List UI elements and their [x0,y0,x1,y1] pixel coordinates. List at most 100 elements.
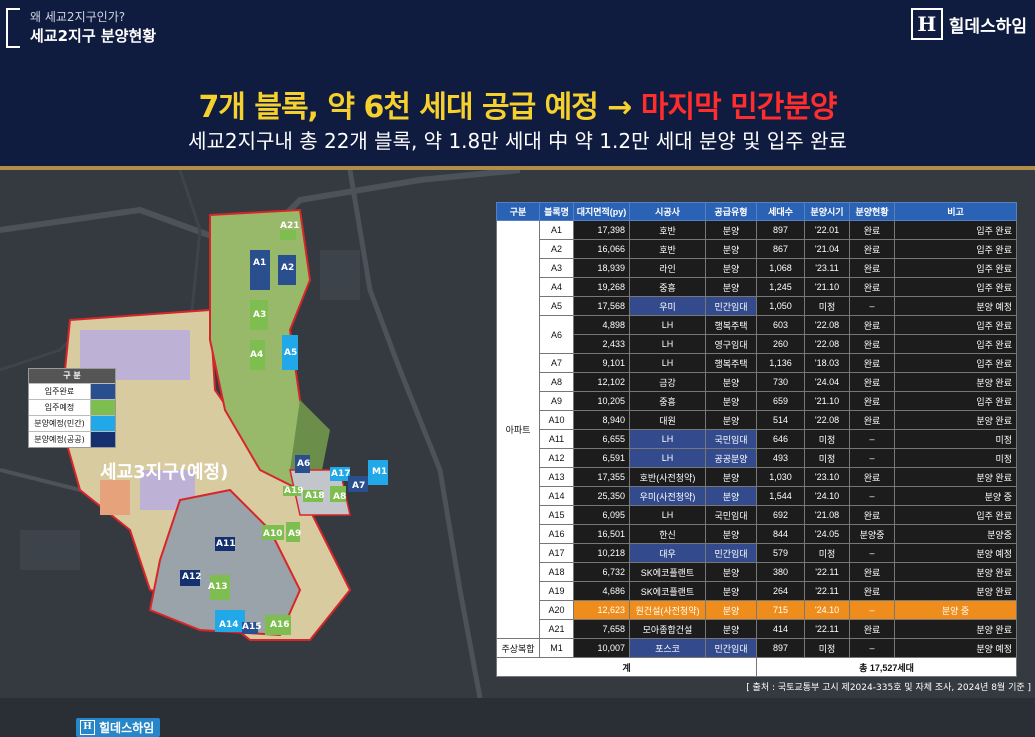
cell-type: 분양 [705,372,757,392]
cell-date: '22.01 [804,220,850,240]
table-header-row: 구분 블록명 대지면적(py) 시공사 공급유형 세대수 분양시기 분양현황 비고 [496,202,1017,221]
column-header: 분양현황 [849,202,895,221]
cell-builder: 호반 [629,239,706,259]
map-block-label: A21 [280,221,300,231]
cell-area: 8,940 [573,410,630,430]
table-row: 2,433 LH 영구임대 260'22.08 완료 입주 완료 [497,334,1017,354]
cell-units: 867 [756,239,805,259]
cell-date: 미정 [804,638,850,658]
column-header: 비고 [894,202,1017,221]
table-row: A2 16,066 호반 분양 867'21.04 완료 입주 완료 [497,239,1017,259]
brand-logo: H 힐데스하임 [910,8,1027,40]
cell-date: '23.10 [804,467,850,487]
district-label: 세교3지구(예정) [100,462,229,483]
cell-note: 분양 완료 [894,581,1017,601]
cell-block: A18 [539,562,574,582]
cell-date: '22.11 [804,562,850,582]
cell-date: '22.08 [804,315,850,335]
cell-units: 493 [756,448,805,468]
cell-note: 입주 완료 [894,391,1017,411]
cell-units: 1,050 [756,296,805,316]
cell-status: 완료 [849,562,895,582]
column-header: 블록명 [539,202,574,221]
map-block-label: A3 [253,310,267,320]
cell-note: 분양 중 [894,486,1017,506]
cell-units: 715 [756,600,805,620]
location-pin[interactable]: H 힐데스하임 [76,718,161,737]
cell-note: 미정 [894,448,1017,468]
cell-block: M1 [539,638,574,658]
cell-block: A12 [539,448,574,468]
cell-type: 행복주택 [705,353,757,373]
cell-area: 10,218 [573,543,630,563]
cell-builder: 우미(사전청약) [629,486,706,506]
cell-type: 분양 [705,600,757,620]
cell-status: 완료 [849,581,895,601]
cell-type: 국민임대 [705,505,757,525]
cell-note: 분양 완료 [894,619,1017,639]
cell-note: 분양 완료 [894,467,1017,487]
cell-note: 분양 예정 [894,296,1017,316]
cell-area: 16,501 [573,524,630,544]
cell-block: A3 [539,258,574,278]
cell-area: 7,658 [573,619,630,639]
title-bracket [6,8,20,48]
cell-date: '23.11 [804,258,850,278]
map-block-label: A6 [297,459,311,469]
brand-mark-icon: H [910,8,943,40]
total-value: 총 17,527세대 [756,657,1017,677]
cell-note: 입주 완료 [894,220,1017,240]
legend-item: 입주예정 [29,399,115,415]
map-block-label: A11 [216,539,236,549]
cell-units: 659 [756,391,805,411]
cell-units: 730 [756,372,805,392]
cell-block: A11 [539,429,574,449]
cell-type: 국민임대 [705,429,757,449]
cell-block: A20 [539,600,574,620]
map-block-label: A18 [305,491,325,501]
table-row: 주상복합 M1 10,007 포스코 민간임대 897 미정 – 분양 예정 [496,638,1017,658]
column-header: 공급유형 [705,202,757,221]
cell-area: 6,095 [573,505,630,525]
cell-builder: 호반 [629,220,706,240]
cell-status: – [849,600,895,620]
table-row: A6 4,898 LH 행복주택 603'22.08 완료 입주 완료 [497,315,1017,354]
cell-date: '24.10 [804,486,850,506]
table-row: A13 17,355 호반(사전청약) 분양 1,030'23.10 완료 분양 완료 [497,467,1017,487]
cell-block: A13 [539,467,574,487]
cell-type: 민간임대 [705,638,757,658]
cell-note: 입주 완료 [894,258,1017,278]
cell-units: 579 [756,543,805,563]
cell-builder: 대우 [629,543,706,563]
cell-type: 분양 [705,467,757,487]
cell-units: 646 [756,429,805,449]
table-row: A9 10,205 중흥 분양 659'21.10 완료 입주 완료 [497,391,1017,411]
cell-status: 완료 [849,353,895,373]
cell-note: 입주 완료 [894,315,1017,335]
cell-note: 입주 완료 [894,239,1017,259]
cell-builder: 금강 [629,372,706,392]
cell-block: A1 [539,220,574,240]
cell-area: 6,591 [573,448,630,468]
cell-area: 25,350 [573,486,630,506]
cell-builder: 우미 [629,296,706,316]
cell-builder: LH [629,429,706,449]
cell-block: A14 [539,486,574,506]
cell-builder: LH [629,353,706,373]
cell-area: 17,568 [573,296,630,316]
cell-note: 분양 중 [894,600,1017,620]
cell-builder: 대원 [629,410,706,430]
cell-area: 4,898 [573,315,630,335]
cell-block: A2 [539,239,574,259]
cell-block: A8 [539,372,574,392]
pin-label: 힐데스하임 [99,721,155,735]
cell-area: 17,398 [573,220,630,240]
map-block-label: A12 [182,572,202,582]
map-block-label: A7 [352,481,366,491]
cell-block: A19 [539,581,574,601]
cell-area: 4,686 [573,581,630,601]
cell-note: 입주 완료 [894,505,1017,525]
cell-status: – [849,486,895,506]
column-header: 구분 [496,202,540,221]
cell-units: 1,068 [756,258,805,278]
